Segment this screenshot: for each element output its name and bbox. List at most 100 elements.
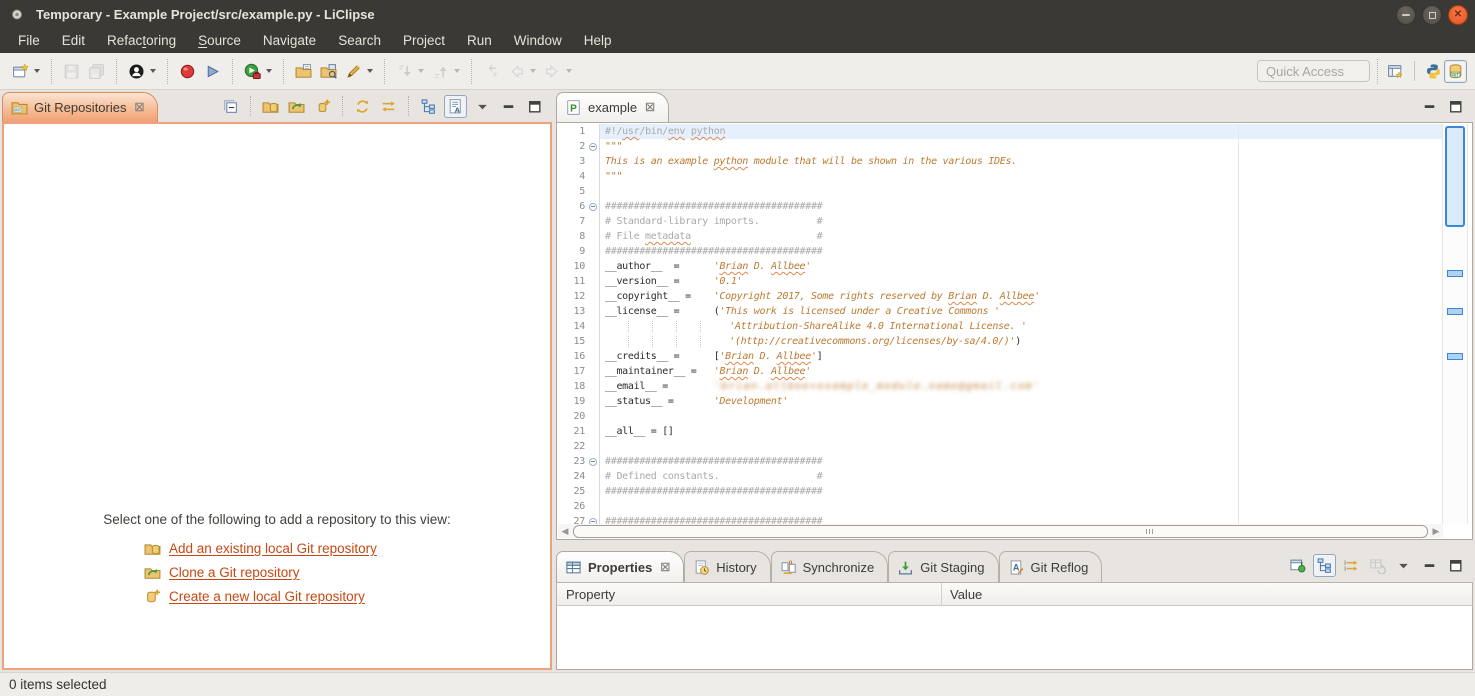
menu-source[interactable]: Source: [187, 31, 252, 50]
collapse-all-button[interactable]: [220, 96, 241, 117]
close-button[interactable]: ✕: [1448, 5, 1468, 25]
code-line-3[interactable]: 3This is an example python module that w…: [558, 154, 1443, 169]
git-link-label[interactable]: Create a new local Git repository: [169, 589, 365, 604]
menu-refactoring[interactable]: Refactoring: [96, 31, 187, 50]
scroll-right-arrow-icon[interactable]: ▶: [1430, 526, 1442, 536]
sort-button[interactable]: A: [444, 95, 467, 118]
search-folder-button[interactable]: [316, 56, 341, 86]
debug-button[interactable]: [175, 56, 200, 86]
dropdown-arrow-icon[interactable]: [34, 69, 40, 73]
tab-properties[interactable]: Properties☒: [556, 551, 684, 582]
git-link-item[interactable]: Add an existing local Git repository: [144, 540, 550, 557]
fold-marker-icon[interactable]: [588, 454, 599, 469]
scroll-left-arrow-icon[interactable]: ◀: [559, 526, 571, 536]
menu-navigate[interactable]: Navigate: [252, 31, 327, 50]
fold-marker-icon[interactable]: [588, 199, 599, 214]
code-line-18[interactable]: 18__email__ = 'brian.allbee+example_modu…: [558, 379, 1443, 394]
tab-example-editor[interactable]: P example ☒: [556, 92, 669, 122]
view-menu-button[interactable]: [472, 96, 493, 117]
quick-access-input[interactable]: Quick Access: [1257, 60, 1370, 82]
refresh-button[interactable]: [352, 96, 373, 117]
fold-marker-icon[interactable]: [588, 139, 599, 154]
view-menu-button[interactable]: [1393, 555, 1414, 576]
minimize-view-button[interactable]: [1419, 555, 1440, 576]
menu-file[interactable]: File: [7, 31, 51, 50]
close-tab-icon[interactable]: ☒: [134, 101, 144, 114]
code-line-8[interactable]: 8# File metadata #: [558, 229, 1443, 244]
code-line-25[interactable]: 25######################################: [558, 484, 1443, 499]
dropdown-arrow-icon[interactable]: [454, 69, 460, 73]
code-line-11[interactable]: 11__version__ = '0.1': [558, 274, 1443, 289]
overview-annotation-marker[interactable]: [1447, 270, 1463, 277]
code-line-19[interactable]: 19__status__ = 'Development': [558, 394, 1443, 409]
code-line-6[interactable]: 6######################################: [558, 199, 1443, 214]
maximize-view-button[interactable]: [1445, 555, 1466, 576]
horizontal-scrollbar-thumb[interactable]: [573, 525, 1428, 538]
minimize-button[interactable]: [1396, 5, 1416, 25]
tab-synchronize[interactable]: 0Synchronize: [771, 551, 889, 582]
run-external-tools-button[interactable]: [240, 56, 276, 86]
add-repo-button[interactable]: [260, 96, 281, 117]
code-line-26[interactable]: 26: [558, 499, 1443, 514]
perspective-button[interactable]: [1385, 61, 1406, 82]
git-link-label[interactable]: Add an existing local Git repository: [169, 541, 377, 556]
code-line-9[interactable]: 9######################################: [558, 244, 1443, 259]
menu-search[interactable]: Search: [327, 31, 392, 50]
code-line-21[interactable]: 21__all__ = []: [558, 424, 1443, 439]
dropdown-arrow-icon[interactable]: [566, 69, 572, 73]
dropdown-arrow-icon[interactable]: [530, 69, 536, 73]
maximize-view-button[interactable]: [1445, 96, 1466, 117]
dropdown-arrow-icon[interactable]: [418, 69, 424, 73]
code-line-14[interactable]: 14 'Attribution-ShareAlike 4.0 Internati…: [558, 319, 1443, 334]
editor-horizontal-scrollbar[interactable]: ◀ ▶: [558, 524, 1443, 538]
filter-arrows-button[interactable]: [1341, 555, 1362, 576]
clone-repo-button[interactable]: [286, 96, 307, 117]
dropdown-arrow-icon[interactable]: [367, 69, 373, 73]
menu-run[interactable]: Run: [456, 31, 503, 50]
git-perspective-button[interactable]: GIT: [1444, 60, 1467, 83]
code-line-5[interactable]: 5: [558, 184, 1443, 199]
annotation-pen-button[interactable]: [341, 56, 377, 86]
fetch-push-arrows-button[interactable]: [378, 96, 399, 117]
menu-edit[interactable]: Edit: [51, 31, 96, 50]
new-wizard-button[interactable]: [8, 56, 44, 86]
open-resource-button[interactable]: [291, 56, 316, 86]
code-line-16[interactable]: 16__credits__ = ['Brian D. Allbee']: [558, 349, 1443, 364]
code-line-13[interactable]: 13__license__ = ('This work is licensed …: [558, 304, 1443, 319]
menu-help[interactable]: Help: [573, 31, 623, 50]
overview-annotation-marker[interactable]: [1447, 353, 1463, 360]
menu-project[interactable]: Project: [392, 31, 456, 50]
minimize-view-button[interactable]: [498, 96, 519, 117]
hierarchy-button[interactable]: [418, 96, 439, 117]
code-line-2[interactable]: 2""": [558, 139, 1443, 154]
dropdown-arrow-icon[interactable]: [266, 69, 272, 73]
code-line-23[interactable]: 23######################################: [558, 454, 1443, 469]
close-tab-icon[interactable]: ☒: [645, 101, 655, 114]
maximize-button[interactable]: [1422, 5, 1442, 25]
code-line-20[interactable]: 20: [558, 409, 1443, 424]
code-line-4[interactable]: 4""": [558, 169, 1443, 184]
create-repo-button[interactable]: [312, 96, 333, 117]
user-account-button[interactable]: [124, 56, 160, 86]
git-link-label[interactable]: Clone a Git repository: [169, 565, 300, 580]
code-line-17[interactable]: 17__maintainer__ = 'Brian D. Allbee': [558, 364, 1443, 379]
tab-git-staging[interactable]: Git Staging: [888, 551, 998, 582]
fold-marker-icon[interactable]: [588, 514, 599, 524]
minimize-view-button[interactable]: [1419, 96, 1440, 117]
tab-git-repositories[interactable]: GIT Git Repositories ☒: [2, 92, 158, 122]
code-line-27[interactable]: 27######################################: [558, 514, 1443, 524]
code-line-24[interactable]: 24# Defined constants. #: [558, 469, 1443, 484]
dropdown-arrow-icon[interactable]: [150, 69, 156, 73]
tab-history[interactable]: History: [684, 551, 770, 582]
code-line-15[interactable]: 15 '(http://creativecommons.org/licenses…: [558, 334, 1443, 349]
overview-annotation-marker[interactable]: [1447, 308, 1463, 315]
close-tab-icon[interactable]: ☒: [660, 561, 670, 574]
run-button[interactable]: [200, 56, 225, 86]
menu-window[interactable]: Window: [503, 31, 573, 50]
code-editor[interactable]: 1#!/usr/bin/env python2"""3This is an ex…: [558, 124, 1443, 524]
categories-tree-button[interactable]: [1313, 554, 1336, 577]
python-perspective-button[interactable]: [1423, 61, 1444, 82]
vertical-scrollbar-thumb[interactable]: [1445, 126, 1465, 227]
git-link-item[interactable]: Clone a Git repository: [144, 564, 550, 581]
git-link-item[interactable]: Create a new local Git repository: [144, 588, 550, 605]
